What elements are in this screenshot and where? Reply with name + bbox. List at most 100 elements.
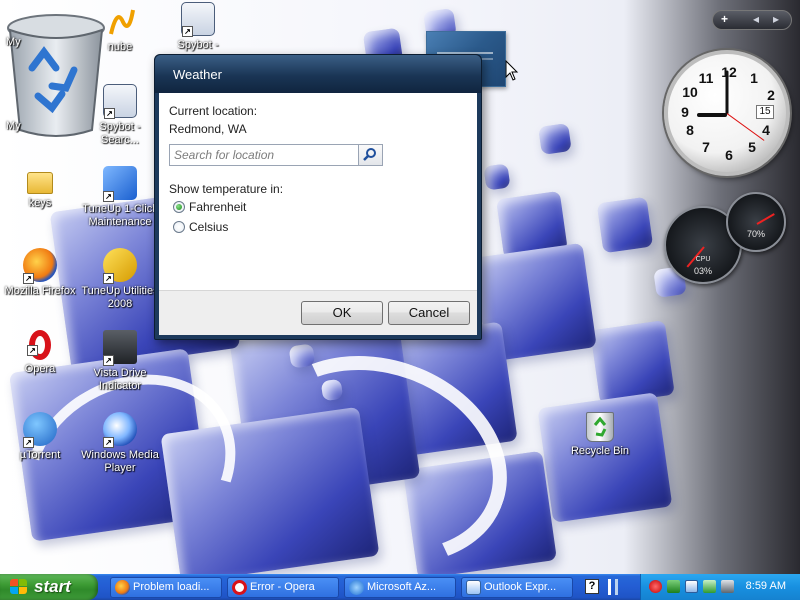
desktop-icon-label: Windows Media Player (81, 449, 159, 474)
pen-input-icon[interactable] (608, 579, 618, 595)
clock-numeral: 8 (686, 122, 694, 138)
memory-gauge: 70% (726, 192, 786, 252)
desktop-icon-my-documents[interactable]: My (0, 6, 80, 49)
weather-settings-dialog: Weather Current location: Redmond, WA Sh… (154, 54, 482, 340)
fahrenheit-label[interactable]: Fahrenheit (189, 200, 246, 214)
clock-date: 15 (756, 105, 774, 119)
cancel-button[interactable]: Cancel (388, 301, 470, 325)
desktop-icon-label: TuneUp 1-Click Maintenance (82, 203, 158, 228)
clock-numeral: 10 (682, 84, 698, 100)
desktop-icon-nube[interactable]: nube (80, 4, 160, 54)
taskbar-button-label: Microsoft Az... (367, 581, 437, 593)
clock-numeral: 6 (725, 147, 733, 163)
system-tray: 8:59 AM (640, 574, 800, 600)
desktop-icon-label: keys (28, 197, 52, 209)
desktop-icon-tuneup-maintenance[interactable]: TuneUp 1-Click Maintenance (80, 166, 160, 229)
taskbar: start Problem loadi... Error - Opera Mic… (0, 574, 800, 600)
opera-icon (27, 330, 51, 360)
previous-page-button[interactable]: ◂ (753, 12, 759, 26)
location-search-box (169, 144, 383, 166)
network-icon[interactable] (667, 580, 680, 593)
next-page-button[interactable]: ▸ (773, 12, 779, 26)
dialog-titlebar[interactable]: Weather (155, 55, 481, 93)
desktop-icon-recycle-bin[interactable]: Recycle Bin (560, 412, 640, 458)
taskbar-button-firefox[interactable]: Problem loadi... (110, 577, 222, 598)
desktop-icon-windows-media-player[interactable]: Windows Media Player (80, 412, 160, 475)
desktop-icon-label: TuneUp Utilities 2008 (81, 285, 159, 310)
desktop-icon-opera[interactable]: Opera (0, 330, 80, 376)
dialog-footer: OK Cancel (159, 290, 477, 335)
firefox-icon (115, 580, 130, 595)
cpu-meter-gadget[interactable]: CPU 03% 70% (662, 192, 790, 284)
clock-hour-hand (697, 113, 727, 117)
ok-button[interactable]: OK (301, 301, 383, 325)
update-icon[interactable] (685, 580, 698, 593)
shortcut-arrow-icon (23, 437, 34, 448)
opera-icon (232, 580, 247, 595)
desktop-icon-firefox[interactable]: Mozilla Firefox (0, 248, 80, 298)
help-icon[interactable]: ? (585, 579, 599, 594)
fahrenheit-radio[interactable] (173, 201, 185, 213)
desktop-icon-label: µTorrent (19, 449, 61, 461)
spybot-icon (181, 2, 215, 37)
utorrent-icon (23, 412, 57, 448)
desktop-icon-spybot[interactable]: Spybot - (158, 2, 238, 52)
recycle-bin-icon (586, 412, 614, 442)
cpu-gauge-value: 03% (693, 266, 712, 276)
desktop-icon-label: Vista Drive Indicator (93, 367, 147, 392)
shortcut-arrow-icon (103, 437, 114, 448)
taskbar-button-ie[interactable]: Microsoft Az... (344, 577, 456, 598)
security-alert-icon[interactable] (649, 580, 662, 593)
desktop-icon-tuneup-utilities[interactable]: TuneUp Utilities 2008 (80, 248, 160, 311)
desktop-icon-label: Opera (24, 363, 56, 375)
shortcut-arrow-icon (103, 355, 114, 366)
desktop-icon-utorrent[interactable]: µTorrent (0, 412, 80, 462)
clock-gadget[interactable]: 12 1 2 4 5 6 7 8 9 10 11 15 (664, 50, 790, 176)
desktop-icon-vista-drive[interactable]: Vista Drive Indicator (80, 330, 160, 393)
display-icon[interactable] (721, 580, 734, 593)
desktop-icon-label: Spybot - Searc... (99, 121, 141, 146)
shortcut-arrow-icon (103, 191, 114, 202)
utorrent-tray-icon[interactable] (703, 580, 716, 593)
ie-icon (349, 580, 364, 595)
spybot-search-icon (103, 84, 137, 119)
current-location-label: Current location: (169, 104, 258, 118)
dialog-body: Current location: Redmond, WA Show tempe… (159, 93, 477, 290)
desktop-icon-keys[interactable]: keys (0, 170, 80, 210)
desktop-icon-spybot-search[interactable]: Spybot - Searc... (80, 84, 160, 147)
celsius-radio[interactable] (173, 221, 185, 233)
windows-media-player-icon (103, 412, 137, 448)
desktop-icon-my[interactable]: My (0, 120, 80, 133)
nube-icon (103, 4, 137, 38)
taskbar-button-outlook-express[interactable]: Outlook Expr... (461, 577, 573, 598)
show-temperature-label: Show temperature in: (169, 182, 284, 196)
shortcut-arrow-icon (103, 273, 114, 284)
clock-numeral: 12 (721, 64, 737, 80)
clock-minute-hand (725, 70, 729, 115)
taskbar-button-label: Outlook Expr... (484, 581, 557, 593)
celsius-label[interactable]: Celsius (189, 220, 228, 234)
desktop-icon-label: Spybot - (177, 39, 219, 51)
current-location-value: Redmond, WA (169, 122, 247, 136)
tuneup-maintenance-icon (103, 166, 137, 202)
desktop-icon-label: Recycle Bin (570, 445, 630, 457)
wallpaper-cube (590, 320, 675, 405)
desktop-icon-label: My (6, 120, 21, 132)
taskbar-button-opera[interactable]: Error - Opera (227, 577, 339, 598)
shortcut-arrow-icon (104, 108, 115, 119)
wallpaper-cube (596, 196, 654, 254)
dialog-title: Weather (173, 67, 222, 82)
shortcut-arrow-icon (182, 26, 193, 37)
shortcut-arrow-icon (23, 273, 34, 284)
clock-numeral: 4 (762, 122, 770, 138)
add-gadget-button[interactable]: + (721, 12, 728, 26)
taskbar-clock[interactable]: 8:59 AM (746, 580, 786, 592)
start-button[interactable]: start (0, 574, 98, 600)
memory-gauge-needle (756, 213, 775, 225)
start-label: start (34, 577, 71, 596)
outlook-express-icon (466, 580, 481, 595)
search-button[interactable] (358, 145, 382, 165)
firefox-icon (23, 248, 57, 284)
mouse-cursor-icon (505, 59, 519, 82)
location-search-input[interactable] (174, 147, 354, 163)
